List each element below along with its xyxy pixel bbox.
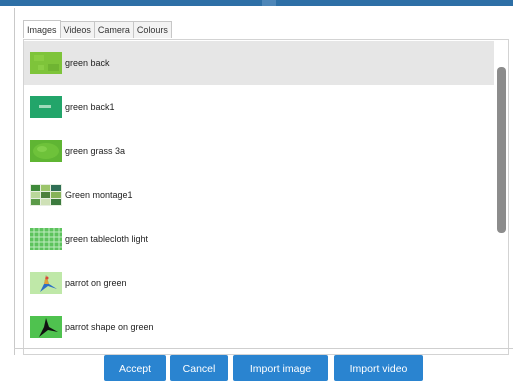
accept-button[interactable]: Accept bbox=[104, 355, 166, 381]
footer-divider bbox=[14, 348, 513, 349]
tab-colours[interactable]: Colours bbox=[132, 21, 172, 38]
item-label: green grass 3a bbox=[65, 146, 126, 156]
list-item[interactable]: green grass 3a bbox=[24, 129, 494, 173]
item-label: parrot on green bbox=[65, 278, 127, 288]
list-item[interactable]: green back bbox=[24, 41, 494, 85]
import-image-button[interactable]: Import image bbox=[233, 355, 328, 381]
parrot-thumb-icon bbox=[30, 272, 62, 294]
window-top-bar bbox=[0, 0, 513, 6]
tab-videos[interactable]: Videos bbox=[59, 21, 95, 38]
item-label: green back bbox=[65, 58, 110, 68]
item-label: parrot shape on green bbox=[65, 322, 154, 332]
tablecloth-thumb-icon bbox=[30, 228, 62, 250]
import-video-button[interactable]: Import video bbox=[334, 355, 423, 381]
green-banner-thumb-icon bbox=[30, 96, 62, 118]
list-item[interactable]: Green montage1 bbox=[24, 173, 494, 217]
green-texture-thumb-icon bbox=[30, 52, 62, 74]
list-item[interactable]: green back1 bbox=[24, 85, 494, 129]
tab-images[interactable]: Images bbox=[23, 20, 61, 38]
scrollbar-thumb[interactable] bbox=[497, 67, 506, 233]
list-item[interactable]: green tablecloth light bbox=[24, 217, 494, 261]
parrot-shape-thumb-icon bbox=[30, 316, 62, 338]
list-item[interactable]: parrot on green bbox=[24, 261, 494, 305]
media-picker-panel: Images Videos Camera Colours green back bbox=[14, 8, 513, 355]
tab-strip: Images Videos Camera Colours bbox=[23, 18, 172, 38]
list-item[interactable]: parrot shape on green bbox=[24, 305, 494, 349]
cancel-button[interactable]: Cancel bbox=[170, 355, 228, 381]
image-list[interactable]: green back green back1 green grass 3a Gr… bbox=[23, 39, 509, 355]
item-label: Green montage1 bbox=[65, 190, 133, 200]
montage-thumb-icon bbox=[30, 184, 62, 206]
item-label: green tablecloth light bbox=[65, 234, 149, 244]
vertical-scrollbar[interactable] bbox=[494, 40, 508, 354]
tab-camera[interactable]: Camera bbox=[93, 21, 134, 38]
window-top-bar-notch bbox=[262, 0, 276, 6]
item-label: green back1 bbox=[65, 102, 115, 112]
grass-thumb-icon bbox=[30, 140, 62, 162]
